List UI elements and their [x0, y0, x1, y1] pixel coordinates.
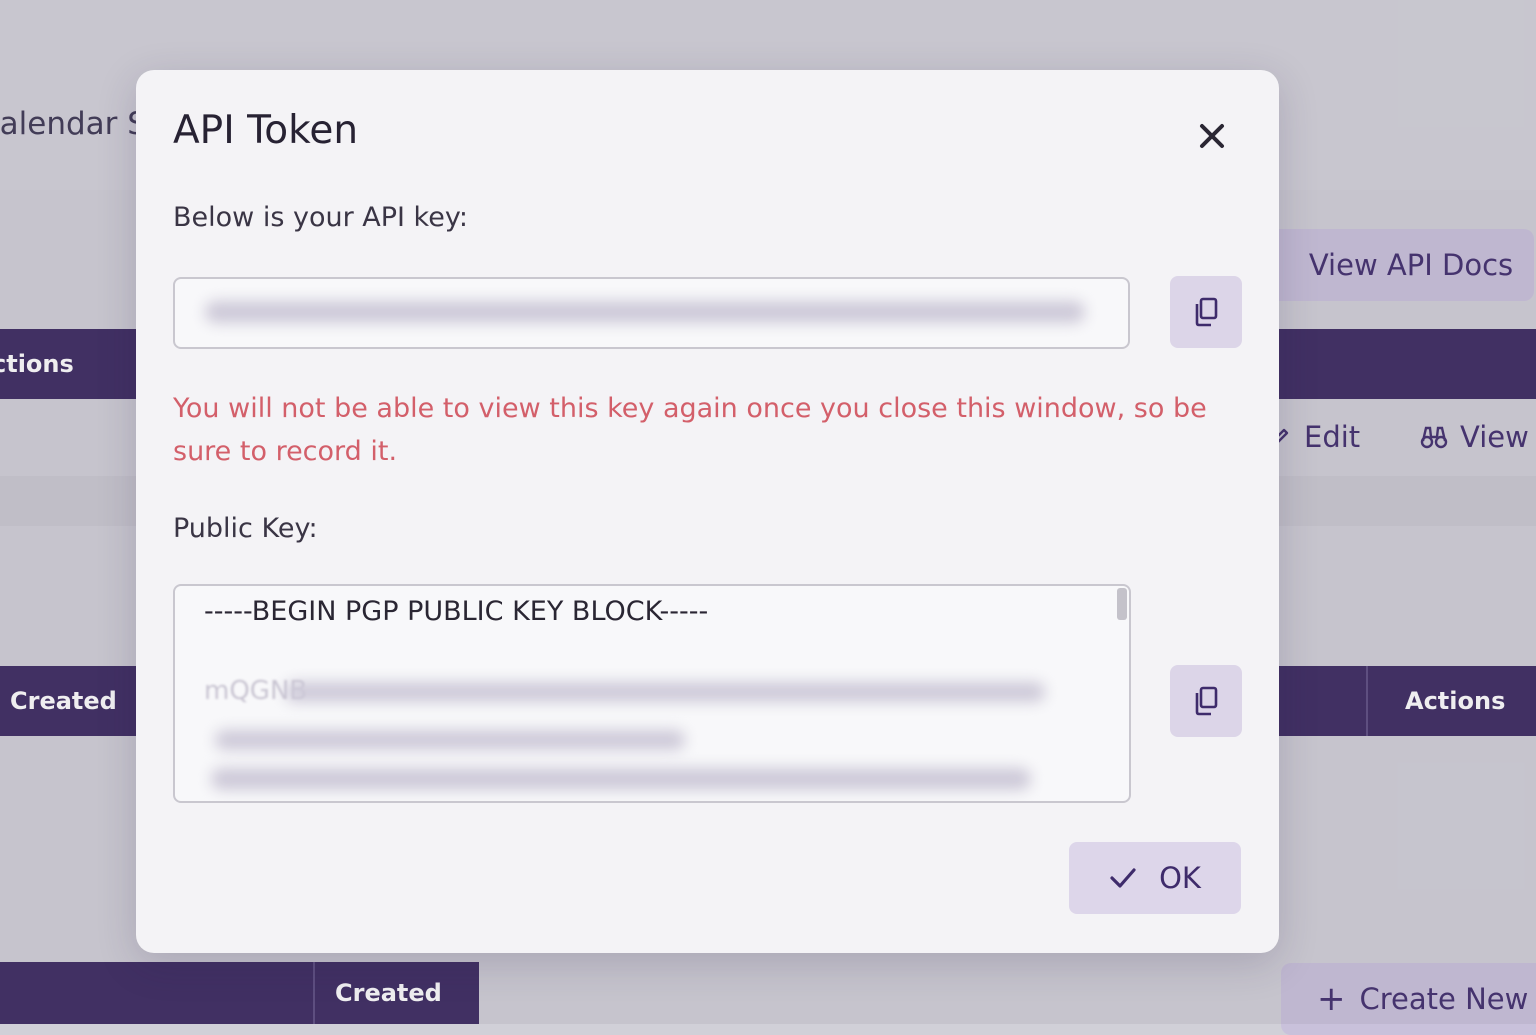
ok-button[interactable]: OK	[1069, 842, 1241, 914]
modal-title: API Token	[173, 108, 358, 153]
close-button[interactable]	[1192, 116, 1232, 156]
api-token-modal: API Token Below is your API key: You wil…	[136, 70, 1279, 953]
check-icon	[1109, 866, 1137, 890]
redacted-key-line	[215, 730, 685, 750]
copy-api-key-button[interactable]	[1170, 276, 1242, 348]
close-icon	[1198, 122, 1226, 150]
public-key-textarea[interactable]: -----BEGIN PGP PUBLIC KEY BLOCK----- mQG…	[173, 584, 1131, 803]
public-key-label: Public Key:	[173, 513, 318, 544]
api-key-label: Below is your API key:	[173, 202, 468, 233]
public-key-begin-line: -----BEGIN PGP PUBLIC KEY BLOCK-----	[204, 596, 708, 627]
warning-message: You will not be able to view this key ag…	[173, 387, 1243, 473]
copy-icon	[1192, 296, 1220, 328]
redacted-key-line	[285, 682, 1045, 702]
scrollbar-thumb[interactable]	[1117, 588, 1127, 620]
api-key-field[interactable]	[173, 277, 1130, 349]
redacted-key-line	[211, 768, 1031, 790]
redacted-key	[205, 301, 1085, 323]
copy-icon	[1192, 685, 1220, 717]
copy-public-key-button[interactable]	[1170, 665, 1242, 737]
ok-label: OK	[1159, 861, 1201, 895]
